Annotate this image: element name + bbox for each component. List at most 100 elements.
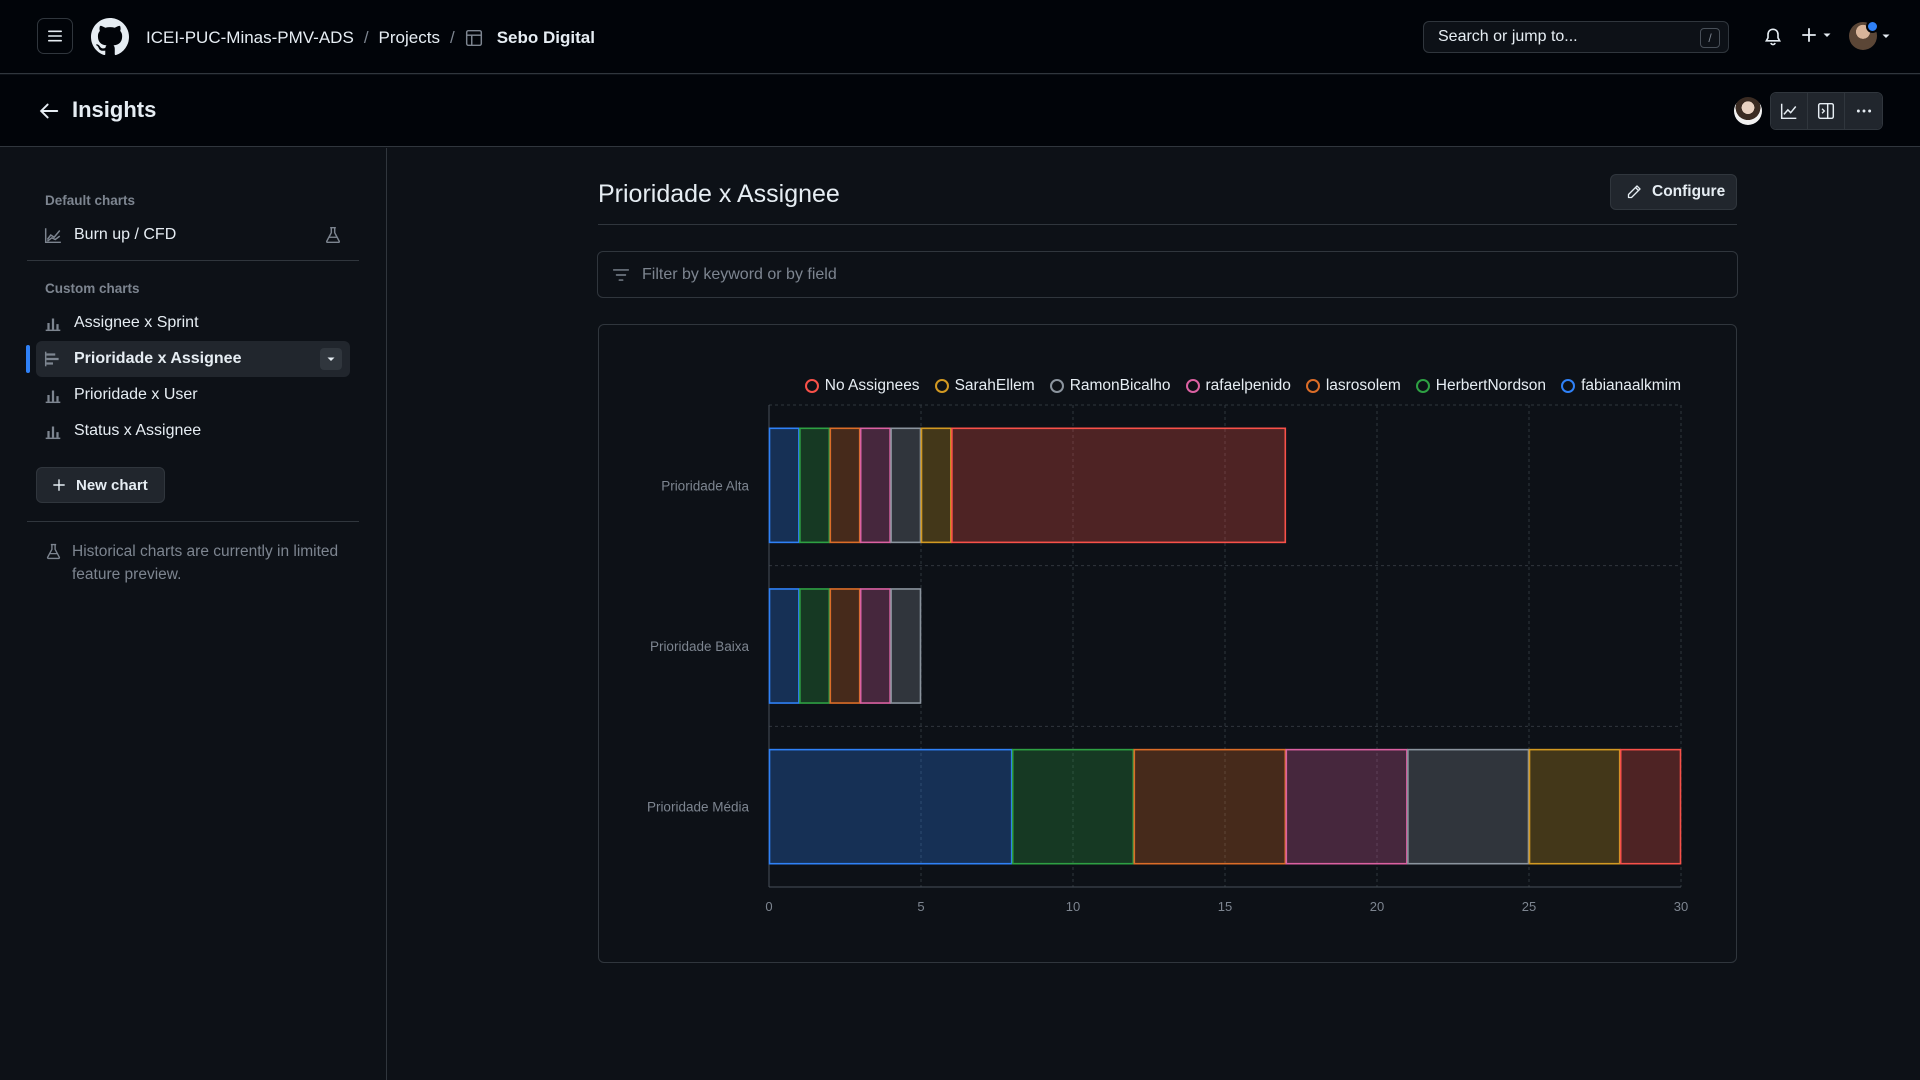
bar-segment	[768, 427, 800, 544]
plus-icon	[1802, 28, 1816, 42]
breadcrumb-projects-link[interactable]: Projects	[379, 28, 440, 48]
bar-segment	[1011, 748, 1135, 865]
insights-button[interactable]	[1771, 93, 1808, 129]
notifications-button[interactable]	[1763, 27, 1783, 52]
project-table-icon	[465, 29, 483, 47]
global-header: ICEI-PUC-Minas-PMV-ADS / Projects / Sebo…	[0, 0, 1920, 74]
more-options-button[interactable]	[1845, 93, 1882, 129]
chart-card: No Assignees SarahEllem RamonBicalho rafael…	[598, 324, 1737, 963]
beaker-icon	[324, 226, 342, 249]
bar-segment	[1407, 748, 1530, 865]
sidebar-divider	[27, 521, 359, 522]
new-chart-button[interactable]: New chart	[36, 467, 165, 503]
column-chart-icon	[44, 386, 64, 404]
github-logo-icon[interactable]	[91, 18, 129, 56]
breadcrumb-separator: /	[363, 28, 369, 47]
y-tick-label: Prioridade Baixa	[650, 639, 750, 654]
bar-segment	[859, 427, 891, 544]
x-tick-label: 5	[917, 899, 924, 914]
x-tick-label: 10	[1066, 899, 1080, 914]
filter-placeholder: Filter by keyword or by field	[642, 265, 837, 283]
bar-segment	[1528, 748, 1621, 865]
charts-sidebar: Default charts Burn up / CFD Custom char…	[0, 148, 387, 1080]
column-chart-icon	[44, 422, 64, 440]
x-tick-label: 25	[1522, 899, 1536, 914]
sidebar-item-label: Prioridade x Assignee	[74, 350, 242, 367]
breadcrumb-org-link[interactable]: ICEI-PUC-Minas-PMV-ADS	[146, 28, 354, 48]
chevron-down-icon	[1823, 33, 1831, 37]
bar-segment	[1133, 748, 1287, 865]
y-tick-label: Prioridade Média	[647, 800, 750, 815]
hamburger-icon	[48, 30, 62, 42]
collaborator-avatar[interactable]	[1734, 97, 1762, 125]
sidebar-item-label: Prioridade x User	[74, 386, 198, 403]
beaker-icon	[45, 543, 62, 586]
sidebar-item-status-assignee[interactable]: Status x Assignee	[36, 413, 350, 449]
filter-icon	[612, 266, 630, 284]
bar-segment	[768, 588, 800, 704]
breadcrumb-project-link[interactable]: Sebo Digital	[497, 28, 595, 48]
sidebar-divider	[27, 260, 359, 261]
bar-segment	[859, 588, 891, 704]
x-tick-label: 30	[1674, 899, 1688, 914]
chart-options-button[interactable]	[320, 348, 342, 370]
column-chart-icon	[44, 314, 64, 332]
filter-input[interactable]: Filter by keyword or by field	[597, 251, 1738, 298]
search-input[interactable]: Search or jump to... /	[1423, 21, 1729, 53]
bar-segment	[890, 588, 922, 704]
configure-label: Configure	[1652, 183, 1726, 200]
chart-title: Prioridade x Assignee	[598, 180, 840, 208]
plus-icon	[53, 479, 65, 491]
bar-segment	[890, 427, 922, 544]
side-panel-button[interactable]	[1808, 93, 1845, 129]
sidebar-item-assignee-sprint[interactable]: Assignee x Sprint	[36, 305, 350, 341]
new-chart-label: New chart	[76, 476, 148, 494]
sidebar-item-label: Assignee x Sprint	[74, 314, 199, 331]
unread-notification-dot	[1866, 20, 1879, 33]
sidebar-item-burn-up[interactable]: Burn up / CFD	[36, 217, 350, 253]
triangle-down-icon	[327, 357, 335, 361]
chevron-down-icon	[1882, 34, 1890, 38]
custom-charts-heading: Custom charts	[45, 281, 140, 296]
stacked-bar-chart: Prioridade Alta Prioridade Baixa Prioridad…	[647, 404, 1688, 914]
hamburger-menu-button[interactable]	[37, 18, 73, 54]
kebab-horizontal-icon	[1856, 109, 1871, 113]
page-title: Insights	[72, 97, 157, 122]
graph-icon	[1780, 103, 1797, 120]
configure-button[interactable]: Configure	[1610, 174, 1737, 210]
graph-area-icon	[44, 226, 64, 244]
bar-segment	[1285, 748, 1408, 865]
bar-segment	[829, 588, 861, 704]
y-tick-label: Prioridade Alta	[661, 478, 749, 493]
sidebar-item-prioridade-user[interactable]: Prioridade x User	[36, 377, 350, 413]
x-tick-label: 0	[765, 899, 772, 914]
pencil-icon	[1626, 184, 1642, 200]
bar-segment	[1619, 748, 1682, 865]
bar-segment	[799, 588, 831, 704]
insights-header: Insights	[0, 75, 1920, 147]
breadcrumb: ICEI-PUC-Minas-PMV-ADS / Projects / Sebo…	[146, 26, 595, 50]
bell-icon	[1765, 28, 1781, 46]
preview-note-text: Historical charts are currently in limit…	[72, 543, 339, 583]
back-button[interactable]	[38, 100, 60, 127]
bar-chart-icon	[44, 350, 64, 368]
view-button-group	[1770, 92, 1883, 130]
x-tick-label: 15	[1218, 899, 1232, 914]
arrow-left-icon	[39, 103, 59, 119]
bar-segment	[768, 748, 1013, 865]
search-shortcut-badge: /	[1700, 28, 1720, 48]
default-charts-heading: Default charts	[45, 193, 136, 208]
preview-note: Historical charts are currently in limit…	[45, 540, 345, 586]
bar-segment	[829, 427, 861, 544]
x-tick-label: 20	[1370, 899, 1384, 914]
bar-segment	[920, 427, 952, 544]
sidebar-item-prioridade-assignee[interactable]: Prioridade x Assignee	[36, 341, 350, 377]
header-actions	[1734, 92, 1883, 130]
active-item-indicator	[26, 345, 30, 373]
title-divider	[598, 224, 1737, 225]
breadcrumb-separator: /	[449, 28, 455, 47]
create-new-button[interactable]	[1800, 26, 1832, 44]
bar-segment	[799, 427, 831, 544]
sidebar-expand-icon	[1817, 102, 1835, 120]
sidebar-item-label: Status x Assignee	[74, 422, 202, 439]
